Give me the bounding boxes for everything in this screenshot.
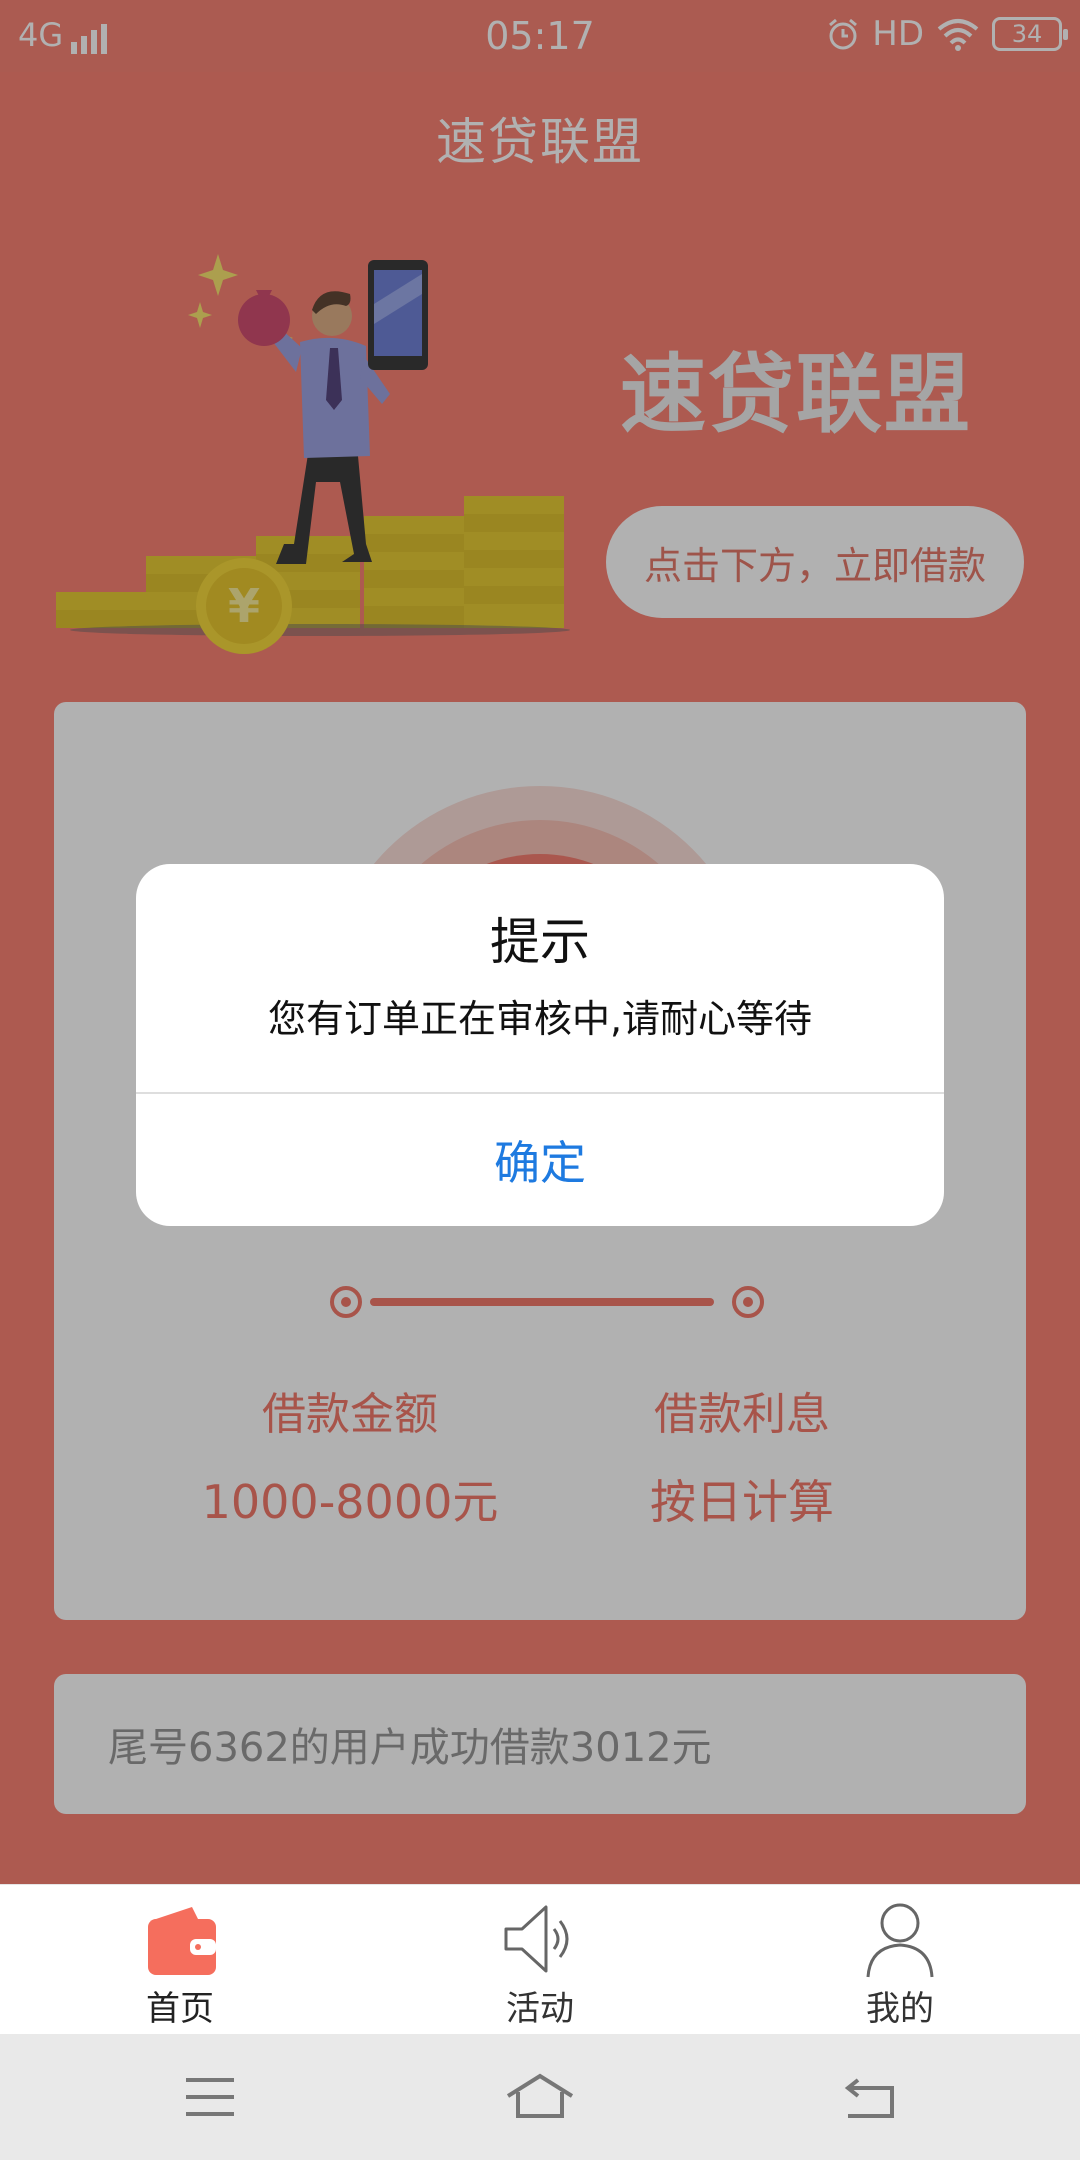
tab-mine-label: 我的 [866,1989,934,2029]
back-icon[interactable] [840,2070,900,2124]
home-icon[interactable] [504,2070,576,2124]
tab-activity[interactable]: 活动 [360,1885,720,2035]
speaker-icon [504,1905,569,1973]
tab-activity-label: 活动 [506,1989,574,2029]
dialog-message: 您有订单正在审核中,请耐心等待 [267,997,813,1041]
alert-dialog: 提示 您有订单正在审核中,请耐心等待 确定 [136,864,944,1226]
confirm-button[interactable]: 确定 [136,1094,944,1226]
dialog-title: 提示 [490,913,590,971]
user-icon [866,1903,934,1978]
tab-home-label: 首页 [146,1989,214,2029]
tab-mine[interactable]: 我的 [720,1885,1080,2035]
bottom-tab-bar: 首页 活动 我的 [0,1884,1080,2034]
menu-icon[interactable] [180,2070,240,2124]
tab-home[interactable]: 首页 [0,1885,360,2035]
wallet-icon [148,1907,216,1975]
system-nav-bar [0,2034,1080,2160]
